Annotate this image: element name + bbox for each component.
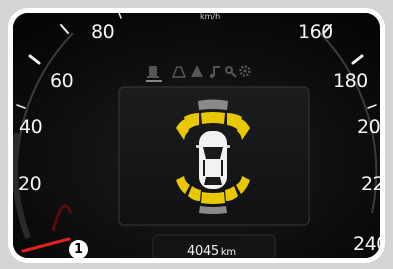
active-indicator-underline: [146, 80, 162, 82]
speed-label-160: 160: [298, 21, 333, 43]
speed-label-20: 20: [18, 173, 42, 195]
front-sensor-outer-center: [198, 99, 228, 110]
cluster-graphics: [13, 13, 380, 258]
odometer: 4045 km: [187, 245, 236, 258]
front-sensor-center: [201, 112, 225, 124]
car-top-view: [196, 131, 230, 189]
speed-label-80: 80: [91, 21, 115, 43]
rear-sensor-outer-center: [199, 206, 227, 214]
odometer-value: 4045: [187, 244, 219, 259]
speed-label-220: 22: [361, 173, 385, 195]
odometer-unit: km: [220, 247, 236, 258]
callout-marker: 1: [69, 240, 88, 258]
speed-unit: km/h: [200, 12, 221, 21]
speed-label-200: 200: [357, 116, 381, 138]
speed-label-180: 180: [333, 70, 368, 92]
speed-label-40: 40: [19, 116, 43, 138]
rear-sensor-center: [201, 192, 225, 204]
cluster-display: km/h 80 160 60 180 40 200 20 22 240 4045…: [8, 8, 385, 263]
speed-label-60: 60: [50, 70, 74, 92]
speed-label-240: 240: [353, 233, 385, 255]
